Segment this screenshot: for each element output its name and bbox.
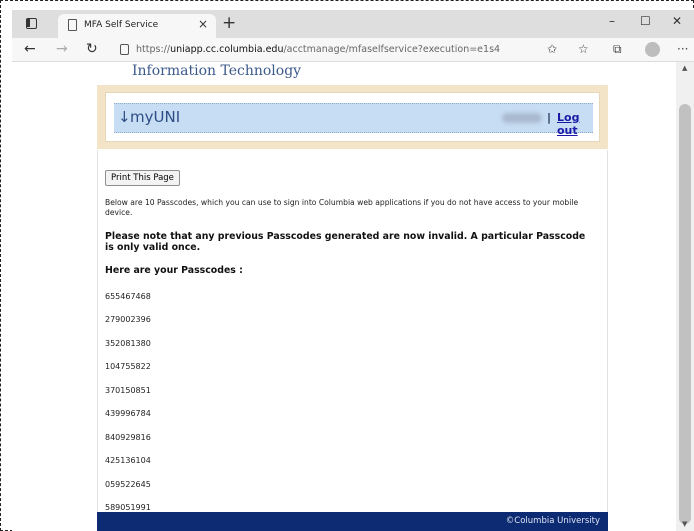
more-menu-icon[interactable]: ···: [677, 42, 688, 56]
tab-title: MFA Self Service: [84, 20, 159, 30]
intro-text: Below are 10 Passcodes, which you can us…: [105, 198, 579, 217]
header-separator: |: [547, 111, 552, 124]
passcode-item: 352081380: [105, 339, 151, 348]
myuni-bar: ↓ myUNI | Log out: [114, 103, 593, 137]
print-page-button[interactable]: Print This Page: [105, 170, 180, 186]
page-icon: [68, 19, 77, 31]
passcode-item: 589051991: [105, 503, 151, 512]
passcode-item: 840929816: [105, 433, 151, 442]
tab-actions-icon[interactable]: [26, 18, 37, 29]
lock-icon[interactable]: [120, 44, 129, 55]
username-redacted: [502, 113, 542, 123]
passcode-item: 279002396: [105, 315, 151, 324]
passcode-item: 370150851: [105, 386, 151, 395]
invalid-note: Please note that any previous Passcodes …: [105, 231, 586, 253]
address-bar[interactable]: https://uniapp.cc.columbia.edu/acctmanag…: [114, 40, 526, 60]
back-icon[interactable]: ←: [24, 41, 36, 57]
reload-icon[interactable]: ↻: [86, 41, 98, 57]
passcode-item: 059522645: [105, 480, 151, 489]
copyright-text: ©Columbia University: [505, 516, 600, 526]
scrollbar-thumb[interactable]: [679, 104, 691, 524]
scroll-up-icon[interactable]: ▲: [682, 64, 687, 72]
browser-tab[interactable]: MFA Self Service ×: [58, 14, 216, 38]
browser-toolbar: ← → ↻ https://uniapp.cc.columbia.edu/acc…: [12, 38, 694, 62]
scroll-down-icon[interactable]: ▼: [682, 520, 687, 528]
browser-tab-strip: MFA Self Service × + – ☐ ✕: [12, 10, 694, 38]
main-content: Print This Page Below are 10 Passcodes, …: [97, 150, 608, 512]
minimize-icon[interactable]: –: [609, 14, 615, 28]
address-text: https://uniapp.cc.columbia.edu/acctmanag…: [136, 44, 501, 55]
vertical-scrollbar[interactable]: ▲ ▼: [676, 62, 694, 531]
read-aloud-icon[interactable]: ✩: [547, 42, 557, 56]
logout-link[interactable]: Log out: [557, 111, 593, 137]
header-banner: ↓ myUNI | Log out: [97, 85, 608, 149]
myuni-brand: myUNI: [130, 108, 181, 126]
close-window-icon[interactable]: ✕: [672, 14, 682, 28]
org-title: Information Technology: [132, 63, 302, 79]
maximize-icon[interactable]: ☐: [640, 14, 651, 28]
page-footer: ©Columbia University: [97, 512, 608, 531]
new-tab-icon[interactable]: +: [222, 13, 236, 33]
forward-icon[interactable]: →: [56, 41, 68, 57]
down-arrow-icon: ↓: [118, 108, 131, 126]
page-viewport: Information Technology ↓ myUNI | Log out…: [12, 62, 676, 531]
passcode-item: 439996784: [105, 409, 151, 418]
profile-avatar[interactable]: [645, 42, 660, 57]
passcode-item: 655467468: [105, 292, 151, 301]
tab-close-icon[interactable]: ×: [198, 17, 208, 31]
page-container: Information Technology ↓ myUNI | Log out…: [97, 62, 608, 531]
passcode-item: 104755822: [105, 362, 151, 371]
favorites-star-icon[interactable]: ☆: [578, 42, 589, 56]
banner-inner: ↓ myUNI | Log out: [105, 92, 600, 142]
collections-icon[interactable]: ⧉: [613, 42, 622, 57]
passcode-item: 425136104: [105, 456, 151, 465]
passcodes-heading: Here are your Passcodes :: [105, 265, 243, 276]
